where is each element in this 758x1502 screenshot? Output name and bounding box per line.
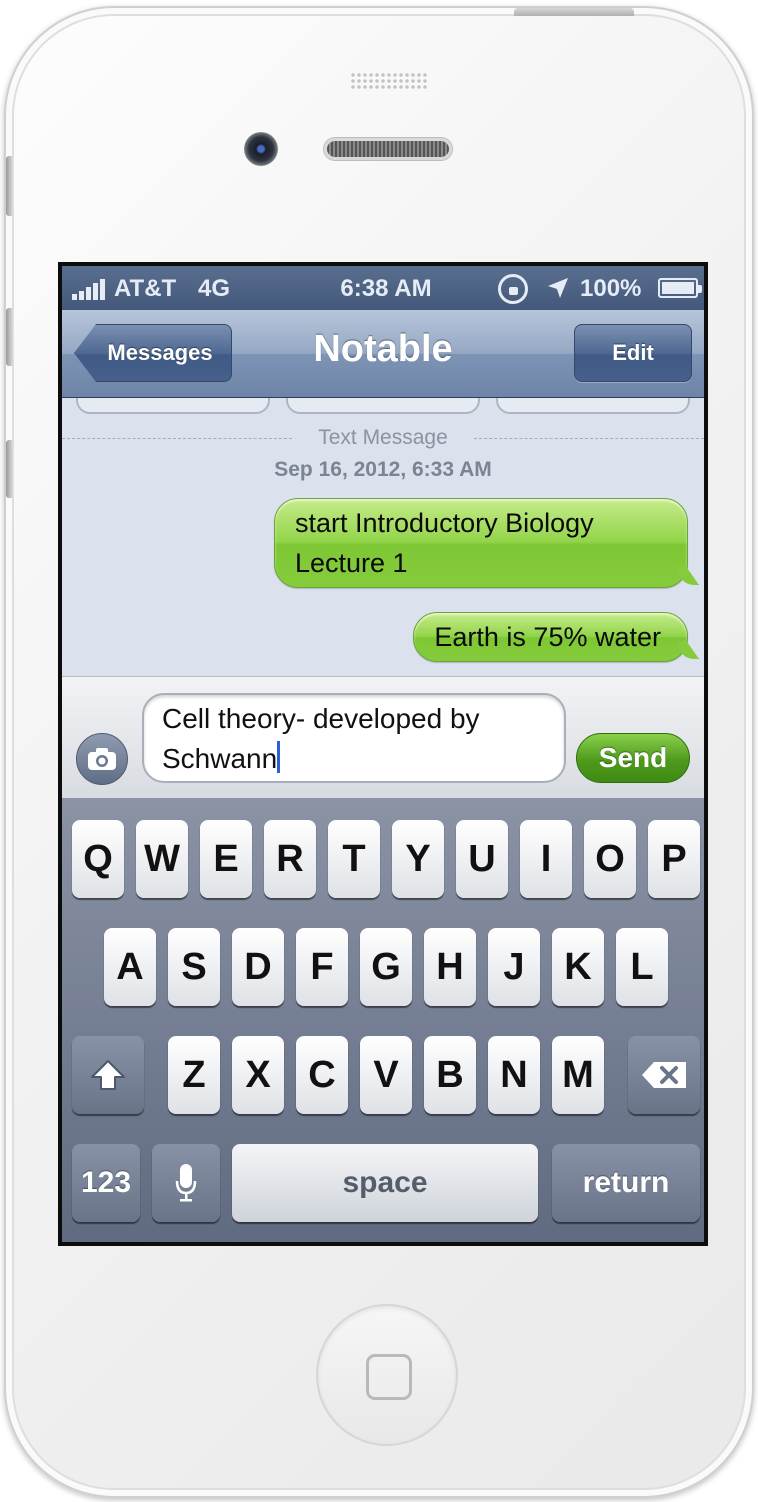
text-cursor (277, 741, 281, 773)
conversation-title: Notable (313, 328, 453, 370)
key-v[interactable]: V (360, 1036, 412, 1114)
volume-up-button (6, 308, 14, 366)
microphone-icon (175, 1164, 197, 1202)
sent-message-bubble[interactable]: Earth is 75% water (413, 612, 688, 662)
screen: AT&T 4G 6:38 AM 100% Messages Notable Ed… (58, 262, 708, 1246)
key-h[interactable]: H (424, 928, 476, 1006)
compose-bar: Cell theory- developed by Schwann Send (62, 676, 704, 798)
space-key[interactable]: space (232, 1144, 538, 1222)
front-camera (244, 132, 278, 166)
key-y[interactable]: Y (392, 820, 444, 898)
signal-bars-icon (72, 278, 110, 300)
shift-key[interactable] (72, 1036, 144, 1114)
home-screen-peek (62, 1242, 704, 1246)
rotation-lock-icon (498, 274, 528, 304)
sleep-wake-button (514, 8, 634, 16)
home-button[interactable] (316, 1304, 458, 1446)
key-p[interactable]: P (648, 820, 700, 898)
key-g[interactable]: G (360, 928, 412, 1006)
key-e[interactable]: E (200, 820, 252, 898)
message-thread[interactable]: Text Message Sep 16, 2012, 6:33 AM start… (62, 398, 704, 676)
key-j[interactable]: J (488, 928, 540, 1006)
mute-switch (6, 156, 14, 216)
thread-timestamp: Sep 16, 2012, 6:33 AM (274, 458, 492, 481)
key-n[interactable]: N (488, 1036, 540, 1114)
key-u[interactable]: U (456, 820, 508, 898)
sent-message-bubble[interactable]: start Introductory Biology Lecture 1 (274, 498, 688, 588)
key-i[interactable]: I (520, 820, 572, 898)
key-o[interactable]: O (584, 820, 636, 898)
message-input[interactable]: Cell theory- developed by Schwann (142, 693, 566, 783)
contact-action-button[interactable] (496, 398, 690, 414)
key-m[interactable]: M (552, 1036, 604, 1114)
navigation-bar: Messages Notable Edit (62, 310, 704, 398)
network-type: 4G (198, 275, 231, 302)
messages-back-button[interactable]: Messages (74, 324, 232, 382)
key-x[interactable]: X (232, 1036, 284, 1114)
status-bar: AT&T 4G 6:38 AM 100% (62, 266, 704, 310)
carrier-name: AT&T (114, 275, 177, 302)
key-k[interactable]: K (552, 928, 604, 1006)
key-b[interactable]: B (424, 1036, 476, 1114)
divider (474, 438, 704, 439)
key-w[interactable]: W (136, 820, 188, 898)
contact-action-button[interactable] (286, 398, 480, 414)
message-input-text: Cell theory- developed by Schwann (162, 703, 480, 774)
key-f[interactable]: F (296, 928, 348, 1006)
camera-button[interactable] (76, 733, 128, 785)
volume-down-button (6, 440, 14, 498)
proximity-sensor (350, 72, 428, 90)
contact-action-button[interactable] (76, 398, 270, 414)
key-l[interactable]: L (616, 928, 668, 1006)
edit-button[interactable]: Edit (574, 324, 692, 382)
delete-key[interactable] (628, 1036, 700, 1114)
divider (62, 438, 292, 439)
key-s[interactable]: S (168, 928, 220, 1006)
location-arrow-icon (548, 278, 568, 298)
home-square-icon (366, 1354, 412, 1400)
keyboard: Q W E R T Y U I O P A S D F G H J K L Z … (62, 798, 704, 1246)
key-a[interactable]: A (104, 928, 156, 1006)
camera-icon (88, 748, 116, 770)
key-z[interactable]: Z (168, 1036, 220, 1114)
shift-arrow-icon (91, 1060, 125, 1090)
thread-header: Text Message (62, 426, 704, 456)
battery-icon (658, 278, 702, 298)
key-r[interactable]: R (264, 820, 316, 898)
dictation-key[interactable] (152, 1144, 220, 1222)
battery-percentage: 100% (580, 275, 642, 302)
backspace-icon (642, 1062, 686, 1088)
key-d[interactable]: D (232, 928, 284, 1006)
message-type-label: Text Message (308, 426, 458, 449)
return-key[interactable]: return (552, 1144, 700, 1222)
numbers-key[interactable]: 123 (72, 1144, 140, 1222)
key-q[interactable]: Q (72, 820, 124, 898)
key-c[interactable]: C (296, 1036, 348, 1114)
key-t[interactable]: T (328, 820, 380, 898)
send-button[interactable]: Send (576, 733, 690, 783)
status-time: 6:38 AM (340, 275, 432, 302)
earpiece-speaker (324, 138, 452, 160)
